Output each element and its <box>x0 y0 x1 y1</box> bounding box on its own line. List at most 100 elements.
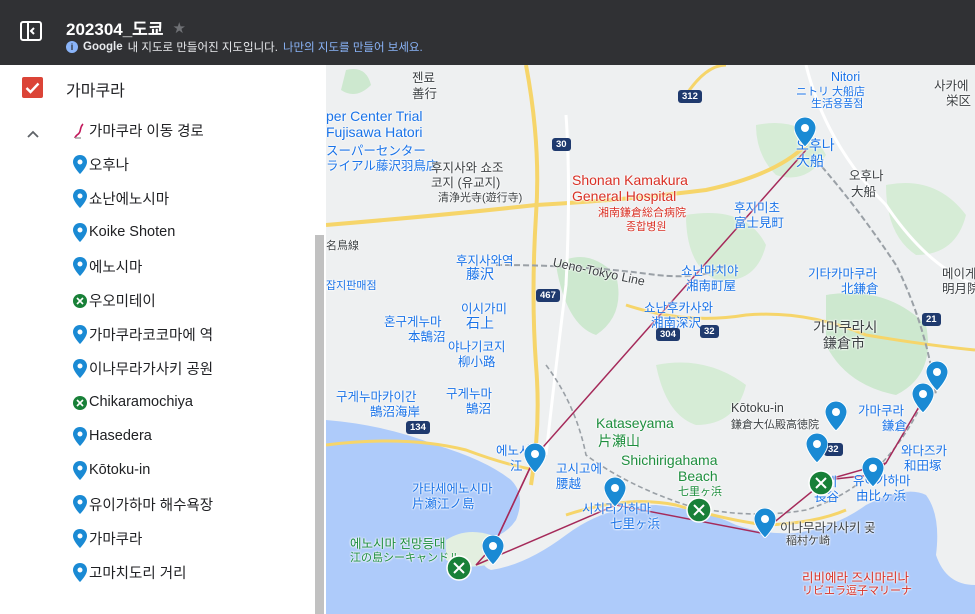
layer-item[interactable]: 가마쿠라코코마에 역 <box>0 317 314 351</box>
pin-icon <box>72 495 88 514</box>
pin-icon <box>72 223 88 242</box>
pin-icon <box>72 155 88 174</box>
map-label-shonan-hospital: Shonan Kamakura <box>572 172 688 188</box>
pin-icon <box>72 563 88 582</box>
map-label-katase-jp: 片瀬江ノ島 <box>412 497 475 511</box>
map-pin-icon[interactable] <box>604 477 626 507</box>
route-shield: 312 <box>678 90 702 103</box>
layer-item-label: 가마쿠라 <box>89 531 143 548</box>
map-pin-icon[interactable] <box>524 443 546 473</box>
layer-item[interactable]: Hasedera <box>0 419 314 453</box>
layer-item-label: Kōtoku-in <box>89 462 151 478</box>
map-subtitle: i Google 내 지도로 만들어진 지도입니다. 나만의 지도를 만들어 보… <box>66 39 423 55</box>
layer-item[interactable]: 에노시마 <box>0 249 314 283</box>
create-map-link[interactable]: 나만의 지도를 만들어 보세요. <box>283 39 423 55</box>
layer-item-label: 쇼난에노시마 <box>89 191 170 208</box>
route-shield: 30 <box>552 138 571 151</box>
map-label-kitakamakura-jp: 北鎌倉 <box>841 282 879 296</box>
layer-item[interactable]: 오후나 <box>0 147 314 181</box>
restaurant-icon <box>72 291 88 310</box>
pin-icon <box>72 325 88 344</box>
map-label-kotokuin-jp: 鎌倉大仏殿高徳院 <box>731 419 819 431</box>
map-label-zenryo-jp: 善行 <box>412 87 438 101</box>
pin-icon <box>72 257 88 276</box>
map-label-nitori: Nitori <box>831 70 861 84</box>
layer-item-label: 가마쿠라코코마에 역 <box>89 327 214 344</box>
map-label-shichiri2-jp: 七里ヶ浜 <box>610 517 661 531</box>
route-shield: 467 <box>536 289 560 302</box>
route-shield: 134 <box>406 421 430 434</box>
map-label-ofuna-jp2: 大船 <box>851 185 877 199</box>
layer-item[interactable]: 쇼난에노시마 <box>0 181 314 215</box>
map-label-marina-jp: リビエラ逗子マリーナ <box>802 585 912 597</box>
map-pin-icon[interactable] <box>794 117 816 147</box>
layer-item[interactable]: 유이가하마 해수욕장 <box>0 487 314 521</box>
route-shield: 32 <box>700 325 719 338</box>
layer-item[interactable]: 우오미테이 <box>0 283 314 317</box>
sidebar-scrollbar[interactable] <box>315 235 324 614</box>
map-pin-icon[interactable] <box>862 457 884 487</box>
map-pin-icon[interactable] <box>806 433 828 463</box>
layer-item[interactable]: 이나무라가사키 공원 <box>0 351 314 385</box>
map-label-shop: 잡지판매점 <box>326 280 377 292</box>
layer-item[interactable]: Kōtoku-in <box>0 453 314 487</box>
map-label-shichirigahama2: Beach <box>678 468 718 484</box>
layer-item-label: 에노시마 <box>89 259 143 276</box>
layer-item[interactable]: Chikaramochiya <box>0 385 314 419</box>
map-label-yanagikoji-jp: 柳小路 <box>458 355 496 369</box>
map-label-kamakura-city-jp: 鎌倉市 <box>823 335 865 351</box>
map-label-fujisawa-hatori: Fujisawa Hatori <box>326 124 423 140</box>
map-label-name-road: 名鳥線 <box>326 240 359 252</box>
map-label-kataseyama-jp: 片瀬山 <box>598 433 640 449</box>
top-bar: 202304_도쿄 ★ i Google 내 지도로 만들어진 지도입니다. 나… <box>0 0 975 65</box>
map-pin-icon[interactable] <box>754 508 776 538</box>
map-pin-icon[interactable] <box>482 535 504 565</box>
route-shield: 304 <box>656 328 680 341</box>
map-restaurant-icon[interactable] <box>446 555 472 581</box>
map-label-hongugenuma-jp: 本鵠沼 <box>408 330 446 344</box>
route-item[interactable]: 가마쿠라 이동 경로 <box>0 113 314 147</box>
layer-items: 가마쿠라 이동 경로 오후나쇼난에노시마 Koike Shoten 에노시마우오미테… <box>0 113 314 589</box>
legend-sidebar: 가마쿠라 가마쿠라 이동 경로 오후나쇼난에노시마 Koike Shoten 에노시… <box>0 65 326 614</box>
map-label-enoshima-sta-jp: 江 <box>510 459 523 473</box>
map-label-yuigahama-jp: 由比ヶ浜 <box>856 489 907 503</box>
map-title-text: 202304_도쿄 <box>66 20 164 39</box>
map-restaurant-icon[interactable] <box>686 497 712 523</box>
map-pin-icon[interactable] <box>926 361 948 391</box>
layer-item[interactable]: 고마치도리 거리 <box>0 555 314 589</box>
map-label-shonan-hospital2: General Hospital <box>572 188 677 204</box>
layer-checkbox[interactable] <box>22 77 43 98</box>
layer-item[interactable]: Koike Shoten <box>0 215 314 249</box>
pin-icon <box>72 461 88 480</box>
route-line-icon <box>72 121 88 140</box>
map-pin-icon[interactable] <box>825 401 847 431</box>
map-label-inamura-jp: 稲村ケ崎 <box>786 535 830 547</box>
map-label-meigetsu-jp: 明月院 <box>942 282 975 296</box>
map-label-shonan-hospital-kr: 종합병원 <box>626 221 667 233</box>
map-title: 202304_도쿄 ★ <box>66 15 186 40</box>
map-label-per-center: per Center Trial <box>326 108 423 124</box>
layer-item-label: 고마치도리 거리 <box>89 565 187 582</box>
layer-item[interactable]: 가마쿠라 <box>0 521 314 555</box>
map-label-shichirigahama: Shichirigahama <box>621 452 718 468</box>
map-label-fujimi-jp: 富士見町 <box>734 216 785 230</box>
subtitle-text: 내 지도로 만들어진 지도입니다. <box>127 42 278 54</box>
route-label: 가마쿠라 이동 경로 <box>89 123 204 140</box>
subtitle-google: Google <box>83 41 123 53</box>
map-label-shonan-machiya-jp: 湘南町屋 <box>686 279 737 293</box>
pin-icon <box>72 427 88 446</box>
map-label-kugenuma-jp: 鵠沼 <box>466 402 492 416</box>
map-restaurant-icon[interactable] <box>808 470 834 496</box>
layer-name: 가마쿠라 <box>66 83 125 100</box>
layer-header: 가마쿠라 <box>0 65 320 109</box>
map-label-nitori-jp2: 生活용품점 <box>811 98 864 110</box>
map-label-ishigami-jp: 石上 <box>466 315 494 331</box>
route-shield: 21 <box>922 313 941 326</box>
restaurant-icon <box>72 393 88 412</box>
map-label-fujisawa-sta-jp: 藤沢 <box>466 266 494 282</box>
star-icon[interactable]: ★ <box>172 19 185 37</box>
pin-icon <box>72 189 88 208</box>
map-label-lighthouse-jp: 江の島シーキャンドル <box>350 552 460 564</box>
map-canvas[interactable]: Nitori ニトリ 大船店 生活용품점 사카에 栄区 젠료 善行 per Ce… <box>326 65 975 614</box>
toggle-panel-icon[interactable] <box>19 20 43 42</box>
